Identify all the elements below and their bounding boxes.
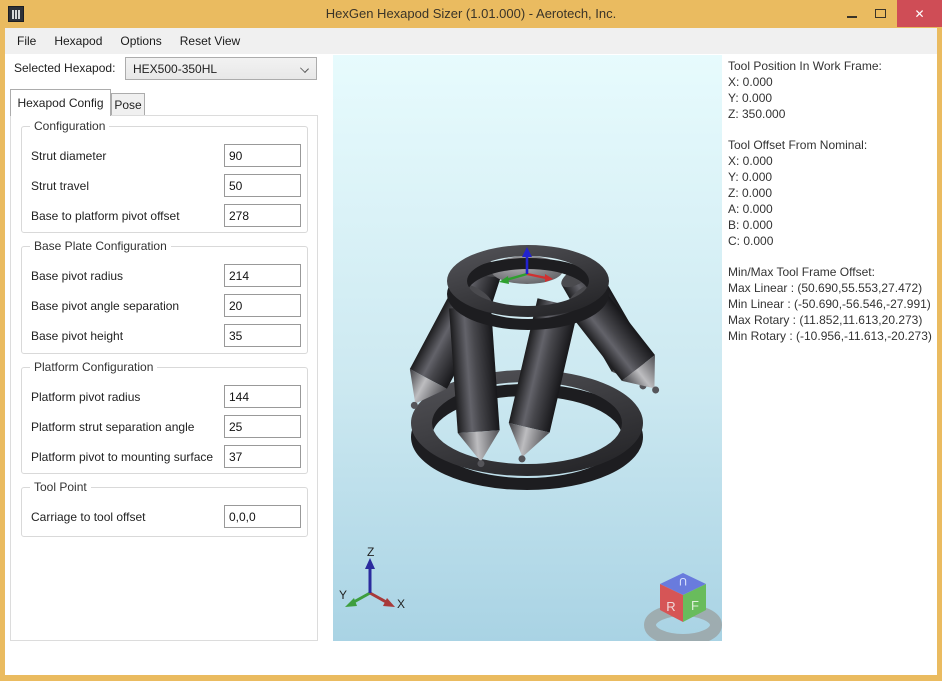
base-pivot-angle-separation-input[interactable] xyxy=(224,294,301,317)
chevron-down-icon xyxy=(300,64,309,73)
axis-y-label: Y xyxy=(339,588,347,602)
group-base-plate-configuration: Base Plate Configuration Base pivot radi… xyxy=(21,246,308,354)
menu-reset-view[interactable]: Reset View xyxy=(171,30,249,52)
hexapod-select-value: HEX500-350HL xyxy=(133,62,217,76)
group-configuration: Configuration Strut diameter Strut trave… xyxy=(21,126,308,233)
hexapod-config-page: Configuration Strut diameter Strut trave… xyxy=(10,115,318,641)
group-configuration-title: Configuration xyxy=(30,119,109,133)
base-pivot-radius-label: Base pivot radius xyxy=(31,269,224,283)
window-title: HexGen Hexapod Sizer (1.01.000) - Aerote… xyxy=(0,6,942,21)
carriage-to-tool-offset-input[interactable] xyxy=(224,505,301,528)
group-platform-title: Platform Configuration xyxy=(30,360,157,374)
menu-hexapod[interactable]: Hexapod xyxy=(45,30,111,52)
platform-pivot-to-mounting-surface-label: Platform pivot to mounting surface xyxy=(31,450,224,464)
min-linear: Min Linear : (-50.690,-56.546,-27.991) xyxy=(728,296,936,312)
tab-hexapod-config[interactable]: Hexapod Config xyxy=(10,89,111,116)
minimize-icon xyxy=(847,16,857,18)
hexapod-3d-scene: Z Y X U R F xyxy=(333,55,722,641)
platform-strut-separation-angle-input[interactable] xyxy=(224,415,301,438)
platform-pivot-radius-label: Platform pivot radius xyxy=(31,390,224,404)
group-tool-point-title: Tool Point xyxy=(30,480,91,494)
carriage-to-tool-offset-label: Carriage to tool offset xyxy=(31,510,224,524)
tool-offset-heading: Tool Offset From Nominal: xyxy=(728,137,936,153)
min-rotary: Min Rotary : (-10.956,-11.613,-20.273) xyxy=(728,328,936,344)
tool-position-heading: Tool Position In Work Frame: xyxy=(728,58,936,74)
axis-z-label: Z xyxy=(367,545,374,559)
tab-pose[interactable]: Pose xyxy=(111,93,145,116)
group-tool-point: Tool Point Carriage to tool offset xyxy=(21,487,308,537)
main-content: Selected Hexapod: HEX500-350HL Hexapod C… xyxy=(5,54,937,675)
tool-offset-y: Y: 0.000 xyxy=(728,169,936,185)
render-engine-logo: U R F xyxy=(650,573,716,640)
strut-travel-input[interactable] xyxy=(224,174,301,197)
tool-offset-b: B: 0.000 xyxy=(728,217,936,233)
tool-offset-group: Tool Offset From Nominal: X: 0.000 Y: 0.… xyxy=(728,137,936,249)
minmax-heading: Min/Max Tool Frame Offset: xyxy=(728,264,936,280)
group-platform-configuration: Platform Configuration Platform pivot ra… xyxy=(21,367,308,474)
close-icon: ✕ xyxy=(914,7,924,21)
hexapod-select[interactable]: HEX500-350HL xyxy=(125,57,317,80)
tool-offset-x: X: 0.000 xyxy=(728,153,936,169)
minmax-offset-group: Min/Max Tool Frame Offset: Max Linear : … xyxy=(728,264,936,344)
strut-diameter-input[interactable] xyxy=(224,144,301,167)
tool-info-panel: Tool Position In Work Frame: X: 0.000 Y:… xyxy=(728,58,936,359)
platform-pivot-radius-input[interactable] xyxy=(224,385,301,408)
close-button[interactable]: ✕ xyxy=(897,0,942,27)
logo-letter-top: U xyxy=(679,575,687,587)
axis-x-label: X xyxy=(397,597,405,611)
max-linear: Max Linear : (50.690,55.553,27.472) xyxy=(728,280,936,296)
tool-position-z: Z: 350.000 xyxy=(728,106,936,122)
hexapod-model xyxy=(394,245,674,490)
logo-letter-left: R xyxy=(666,599,675,614)
tool-offset-c: C: 0.000 xyxy=(728,233,936,249)
base-pivot-height-input[interactable] xyxy=(224,324,301,347)
max-rotary: Max Rotary : (11.852,11.613,20.273) xyxy=(728,312,936,328)
3d-viewport[interactable]: Z Y X U R F xyxy=(333,55,722,641)
tool-offset-a: A: 0.000 xyxy=(728,201,936,217)
strut-travel-label: Strut travel xyxy=(31,179,224,193)
tool-offset-z: Z: 0.000 xyxy=(728,185,936,201)
strut-diameter-label: Strut diameter xyxy=(31,149,224,163)
base-to-platform-pivot-offset-label: Base to platform pivot offset xyxy=(31,209,224,223)
maximize-icon xyxy=(875,9,886,18)
app-window: HexGen Hexapod Sizer (1.01.000) - Aerote… xyxy=(0,0,942,681)
menu-bar: File Hexapod Options Reset View xyxy=(5,28,937,54)
group-base-plate-title: Base Plate Configuration xyxy=(30,239,171,253)
minimize-button[interactable] xyxy=(838,0,866,27)
tool-position-y: Y: 0.000 xyxy=(728,90,936,106)
selected-hexapod-label: Selected Hexapod: xyxy=(14,61,115,75)
world-axis-triad-icon: Z Y X xyxy=(339,545,405,611)
tool-position-group: Tool Position In Work Frame: X: 0.000 Y:… xyxy=(728,58,936,122)
tool-position-x: X: 0.000 xyxy=(728,74,936,90)
menu-options[interactable]: Options xyxy=(111,30,170,52)
base-pivot-height-label: Base pivot height xyxy=(31,329,224,343)
maximize-button[interactable] xyxy=(866,0,894,27)
base-pivot-angle-separation-label: Base pivot angle separation xyxy=(31,299,224,313)
title-bar[interactable]: HexGen Hexapod Sizer (1.01.000) - Aerote… xyxy=(0,0,942,28)
strut-5 xyxy=(449,306,502,469)
logo-letter-right: F xyxy=(691,598,699,613)
base-pivot-radius-input[interactable] xyxy=(224,264,301,287)
platform-strut-separation-angle-label: Platform strut separation angle xyxy=(31,420,224,434)
menu-file[interactable]: File xyxy=(8,30,45,52)
platform-pivot-to-mounting-surface-input[interactable] xyxy=(224,445,301,468)
base-to-platform-pivot-offset-input[interactable] xyxy=(224,204,301,227)
